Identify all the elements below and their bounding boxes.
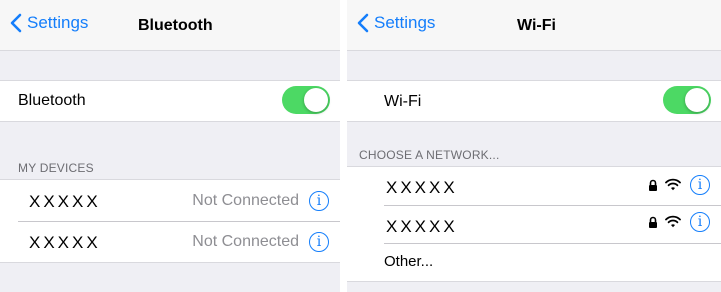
back-button[interactable]: Settings xyxy=(357,13,435,33)
bluetooth-settings-screen: Settings Bluetooth Bluetooth MY DEVICES … xyxy=(0,0,340,292)
navigation-bar: Settings Wi-Fi xyxy=(347,0,721,50)
wifi-toggle-row: Wi-Fi xyxy=(347,80,721,122)
section-header-choose-network: CHOOSE A NETWORK... xyxy=(359,148,500,162)
lock-icon xyxy=(649,179,657,191)
other-network-label: Other... xyxy=(384,253,434,270)
toggle-knob xyxy=(685,88,709,112)
info-icon[interactable]: i xyxy=(309,232,329,252)
bluetooth-toggle-row: Bluetooth xyxy=(0,80,340,122)
device-name: XXXXX xyxy=(29,192,101,211)
page-title: Bluetooth xyxy=(138,17,213,34)
divider xyxy=(347,50,721,51)
info-icon[interactable]: i xyxy=(690,175,710,195)
device-status: Not Connected xyxy=(192,192,299,209)
page-title: Wi-Fi xyxy=(517,17,556,34)
list-item-network[interactable]: XXXXX i xyxy=(347,206,721,243)
list-item-device[interactable]: XXXXX Not Connected i xyxy=(0,180,340,221)
toggle-knob xyxy=(304,88,328,112)
bluetooth-toggle-label: Bluetooth xyxy=(18,92,86,109)
network-name: XXXXX xyxy=(386,217,458,236)
network-name: XXXXX xyxy=(386,178,458,197)
list-item-device[interactable]: XXXXX Not Connected i xyxy=(0,222,340,262)
back-button[interactable]: Settings xyxy=(10,13,88,33)
back-label: Settings xyxy=(27,13,89,32)
chevron-left-icon xyxy=(10,13,22,33)
lock-icon xyxy=(649,216,657,228)
device-name: XXXXX xyxy=(29,233,101,252)
wifi-toggle[interactable] xyxy=(663,86,711,114)
wifi-toggle-label: Wi-Fi xyxy=(384,93,422,110)
devices-list: XXXXX Not Connected i XXXXX Not Connecte… xyxy=(0,179,340,263)
navigation-bar: Settings Bluetooth xyxy=(0,0,340,50)
back-label: Settings xyxy=(374,13,436,32)
info-icon[interactable]: i xyxy=(309,191,329,211)
section-header-my-devices: MY DEVICES xyxy=(18,161,94,175)
bluetooth-toggle[interactable] xyxy=(282,86,330,114)
info-icon[interactable]: i xyxy=(690,212,710,232)
list-item-network[interactable]: XXXXX i xyxy=(347,167,721,205)
list-item-other-network[interactable]: Other... xyxy=(347,244,721,281)
wifi-settings-screen: Settings Wi-Fi Wi-Fi CHOOSE A NETWORK...… xyxy=(347,0,721,292)
wifi-signal-icon xyxy=(665,215,681,228)
device-status: Not Connected xyxy=(192,233,299,250)
chevron-left-icon xyxy=(357,13,369,33)
divider xyxy=(0,50,340,51)
networks-list: XXXXX i XXXXX i Other... xyxy=(347,166,721,282)
wifi-signal-icon xyxy=(665,178,681,191)
